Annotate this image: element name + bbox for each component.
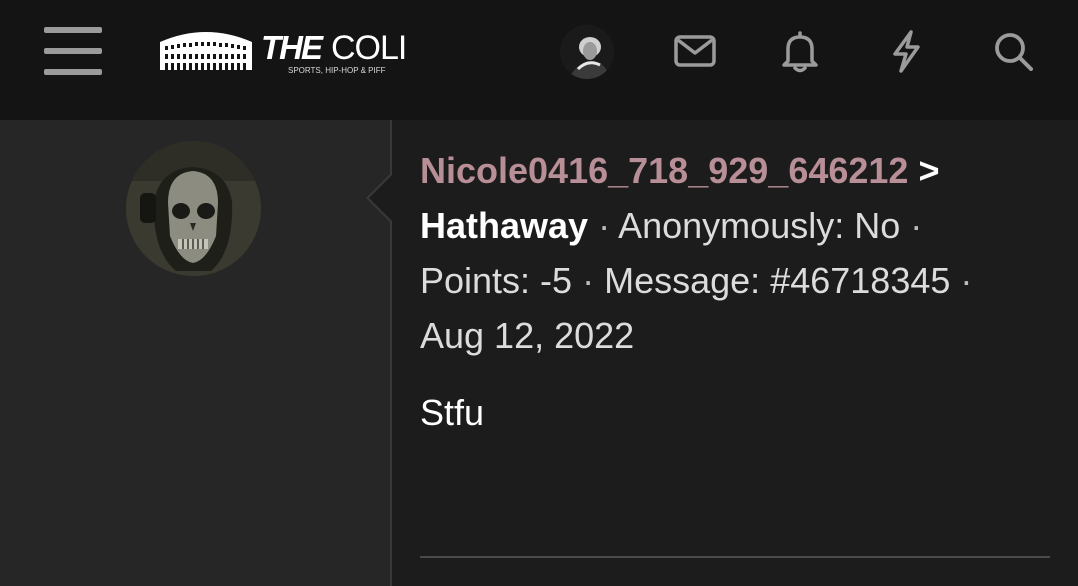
post-body: Stfu — [420, 392, 485, 433]
skull-avatar-image — [126, 141, 261, 276]
user-avatar[interactable] — [560, 25, 614, 79]
separator: · — [910, 205, 923, 246]
message-pointer-inner — [369, 174, 393, 222]
message-number[interactable]: Message: #46718345 — [604, 260, 950, 301]
colosseum-icon — [160, 32, 252, 70]
anonymously-status: Anonymously: No — [618, 205, 901, 246]
separator: · — [582, 260, 595, 301]
post-date[interactable]: Aug 12, 2022 — [420, 315, 634, 356]
mail-icon[interactable] — [672, 28, 718, 74]
post-author-avatar[interactable] — [126, 141, 261, 276]
post-header: Nicole0416_718_929_646212 > Hathaway · A… — [420, 143, 1060, 363]
menu-icon[interactable] — [44, 27, 102, 75]
logo-the-text: THE — [261, 29, 323, 66]
post-recipient[interactable]: Hathaway — [420, 205, 588, 246]
logo-coli-text: COLI — [331, 29, 407, 67]
site-logo[interactable]: THE COLI SPORTS, HIP-HOP & PIFF — [156, 26, 436, 78]
separator: · — [960, 260, 973, 301]
post-author-link[interactable]: Nicole0416_718_929_646212 — [420, 150, 908, 191]
avatar-image — [560, 25, 614, 79]
separator: · — [598, 205, 611, 246]
lightning-icon[interactable] — [883, 28, 929, 74]
points-value: Points: -5 — [420, 260, 573, 301]
post-divider — [420, 556, 1050, 558]
reply-arrow: > — [918, 150, 940, 191]
search-icon[interactable] — [990, 28, 1036, 74]
top-navigation-bar: THE COLI SPORTS, HIP-HOP & PIFF — [0, 0, 1078, 120]
logo-tagline: SPORTS, HIP-HOP & PIFF — [288, 66, 386, 75]
bell-icon[interactable] — [777, 28, 823, 74]
